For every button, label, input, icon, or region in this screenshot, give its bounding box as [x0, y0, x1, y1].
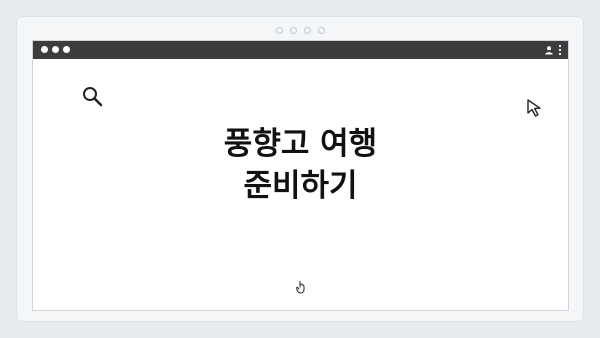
pagination-dot — [303, 27, 311, 34]
cursor-icon — [525, 97, 547, 123]
title-line-1: 풍향고 여행 — [223, 126, 378, 162]
browser-window: 풍향고 여행 준비하기 — [32, 40, 569, 311]
pagination-dot — [317, 27, 325, 34]
minimize-dot-icon[interactable] — [52, 46, 59, 53]
pagination-dot — [275, 27, 283, 34]
titlebar-menu — [544, 44, 562, 56]
window-controls — [41, 46, 70, 53]
window-titlebar — [33, 41, 568, 59]
kebab-menu-icon[interactable] — [558, 44, 562, 56]
page-title: 풍향고 여행 준비하기 — [33, 123, 568, 207]
close-dot-icon[interactable] — [41, 46, 48, 53]
pagination-dot — [289, 27, 297, 34]
maximize-dot-icon[interactable] — [63, 46, 70, 53]
title-line-2: 준비하기 — [243, 168, 358, 204]
profile-icon[interactable] — [544, 45, 554, 55]
search-icon[interactable] — [81, 85, 105, 113]
pagination-dots — [17, 27, 583, 34]
pointing-hand-icon — [295, 279, 307, 298]
